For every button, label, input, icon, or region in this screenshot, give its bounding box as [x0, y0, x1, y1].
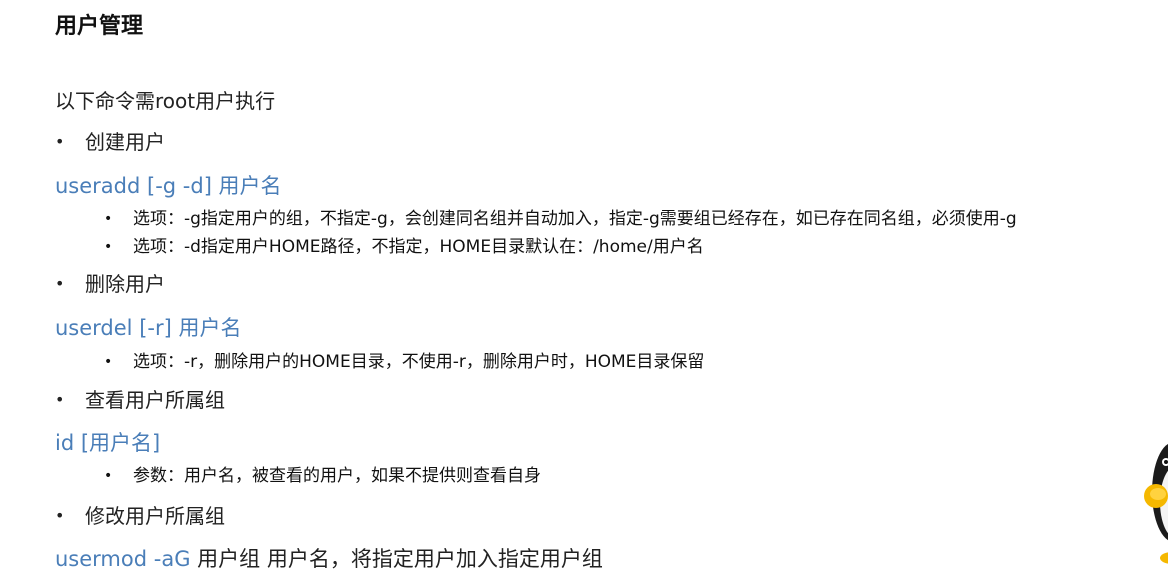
command-useradd: useradd [-g -d] 用户名 [55, 174, 282, 198]
bullet-label: 创建用户 [85, 130, 165, 154]
note-item: • 选项：-d指定用户HOME路径，不指定，HOME目录默认在：/home/用户… [104, 235, 1104, 259]
sub-bullet-dot: • [104, 468, 113, 484]
bullet-label: 删除用户 [85, 272, 165, 296]
command-id: id [用户名] [55, 431, 161, 455]
command-usermod: usermod -aG 用户组 用户名，将指定用户加入指定用户组 [55, 545, 603, 573]
bullet-modify-user-groups: • 修改用户所属组 [55, 502, 455, 530]
bullet-delete-user: • 删除用户 [55, 270, 455, 298]
bullet-view-user-groups: • 查看用户所属组 [55, 386, 455, 414]
command-userdel: userdel [-r] 用户名 [55, 316, 242, 340]
sub-bullet-dot: • [104, 354, 113, 370]
note-text: 选项：-g指定用户的组，不指定-g，会创建同名组并自动加入，指定-g需要组已经存… [133, 209, 1017, 229]
note-item: • 选项：-r，删除用户的HOME目录，不使用-r，删除用户时，HOME目录保留 [104, 350, 1104, 374]
bullet-dot: • [55, 390, 65, 409]
bullet-label: 修改用户所属组 [85, 504, 225, 528]
note-text: 选项：-d指定用户HOME路径，不指定，HOME目录默认在：/home/用户名 [133, 237, 704, 257]
bullet-dot: • [55, 506, 65, 525]
bullet-label: 查看用户所属组 [85, 388, 225, 412]
page-title: 用户管理 [55, 14, 144, 39]
sub-bullet-dot: • [104, 239, 113, 255]
note-item: • 选项：-g指定用户的组，不指定-g，会创建同名组并自动加入，指定-g需要组已… [104, 207, 1164, 231]
note-item: • 参数：用户名，被查看的用户，如果不提供则查看自身 [104, 464, 1104, 488]
intro-text: 以下命令需root用户执行 [55, 89, 276, 113]
note-text: 参数：用户名，被查看的用户，如果不提供则查看自身 [133, 466, 541, 486]
bullet-dot: • [55, 132, 65, 151]
command-usermod-description: 用户组 用户名，将指定用户加入指定用户组 [190, 547, 603, 571]
penguin-icon [1144, 443, 1168, 564]
note-text: 选项：-r，删除用户的HOME目录，不使用-r，删除用户时，HOME目录保留 [133, 352, 705, 372]
sub-bullet-dot: • [104, 211, 113, 227]
bullet-dot: • [55, 274, 65, 293]
command-usermod-name: usermod -aG [55, 547, 191, 571]
bullet-create-user: • 创建用户 [55, 128, 455, 156]
